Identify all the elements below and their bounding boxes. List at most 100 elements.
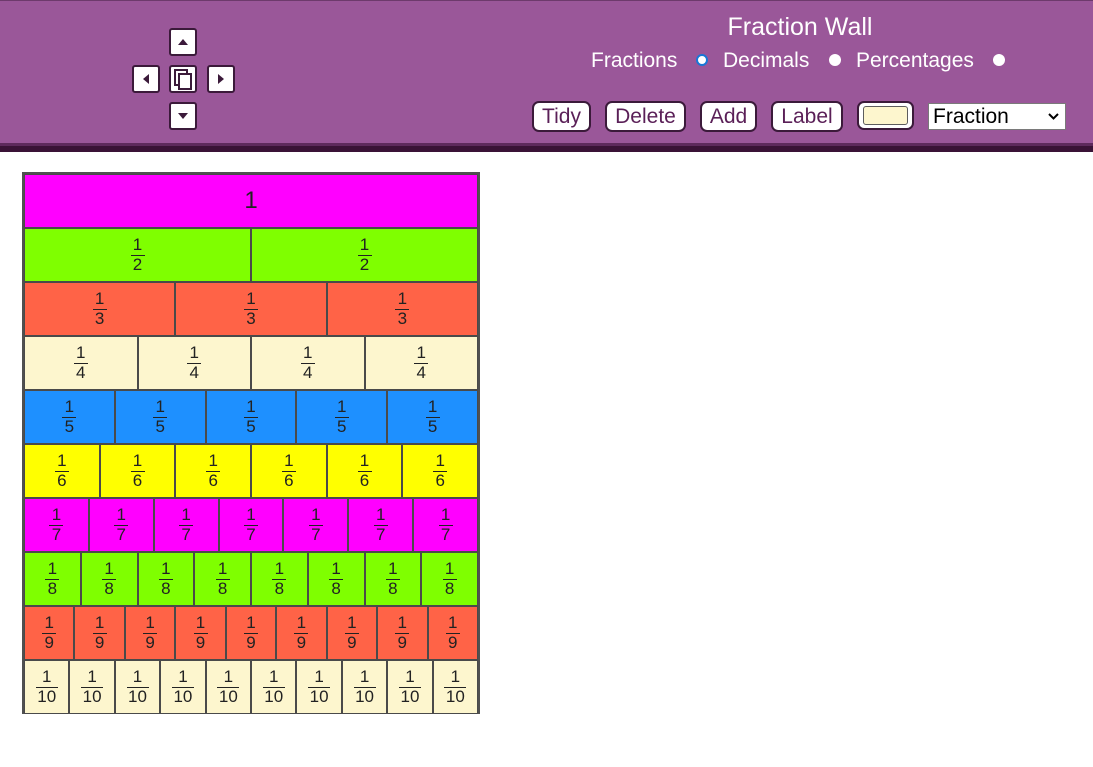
label-button[interactable]: Label (771, 101, 843, 132)
fraction-denominator: 8 (331, 579, 341, 598)
fraction-brick[interactable]: 16 (402, 444, 479, 498)
fraction-brick[interactable]: 1 10 (341, 660, 388, 714)
fraction-numerator: 1 (331, 559, 341, 578)
fraction-brick[interactable]: 19 (175, 606, 226, 660)
fraction-brick[interactable]: 19 (74, 606, 125, 660)
fraction-brick[interactable]: 15 (24, 390, 115, 444)
fraction-brick[interactable]: 1 10 (387, 660, 433, 714)
fraction-brick[interactable]: 18 (307, 552, 365, 606)
fraction-numerator: 1 (450, 667, 461, 686)
brick-fraction-label: 1 10 (217, 668, 240, 706)
fraction-brick[interactable]: 13 (24, 282, 176, 336)
move-right-button[interactable] (207, 65, 235, 93)
fraction-denominator: 10 (218, 687, 238, 706)
fraction-numerator: 1 (246, 289, 256, 308)
fraction-denominator: 9 (195, 633, 206, 652)
fraction-brick[interactable]: 15 (114, 390, 206, 444)
fraction-brick[interactable]: 15 (296, 390, 388, 444)
fraction-brick[interactable]: 16 (326, 444, 403, 498)
fraction-brick[interactable]: 1 10 (160, 660, 206, 714)
fraction-denominator: 3 (397, 309, 408, 328)
fraction-brick[interactable]: 14 (24, 336, 138, 390)
fraction-brick[interactable]: 14 (364, 336, 478, 390)
fraction-denominator: 10 (309, 687, 329, 706)
brick-fraction-label: 18 (215, 560, 230, 598)
fraction-brick[interactable]: 19 (24, 606, 75, 660)
copy-icon (174, 69, 192, 90)
fraction-denominator: 9 (44, 633, 54, 652)
fraction-brick[interactable]: 19 (427, 606, 478, 660)
fraction-brick[interactable]: 16 (175, 444, 252, 498)
fraction-brick[interactable]: 19 (225, 606, 277, 660)
fraction-brick[interactable]: 1 10 (69, 660, 115, 714)
fraction-brick[interactable]: 16 (251, 444, 327, 498)
fraction-denominator: 4 (303, 363, 313, 382)
fraction-brick[interactable]: 1 10 (296, 660, 342, 714)
fraction-brick[interactable]: 12 (24, 228, 251, 282)
move-left-button[interactable] (132, 65, 160, 93)
fraction-numerator: 1 (195, 613, 206, 632)
fraction-brick[interactable]: 13 (326, 282, 478, 336)
fraction-numerator: 1 (76, 343, 86, 362)
copy-button[interactable] (169, 65, 197, 93)
move-up-button[interactable] (169, 28, 197, 56)
color-picker-button[interactable] (857, 101, 914, 130)
fraction-brick[interactable]: 19 (276, 606, 327, 660)
fraction-brick[interactable]: 1 10 (205, 660, 252, 714)
fraction-brick[interactable]: 18 (80, 552, 138, 606)
fraction-denominator: 6 (208, 471, 218, 490)
fraction-numerator: 1 (359, 235, 370, 254)
fraction-brick[interactable]: 17 (283, 498, 349, 552)
fraction-brick[interactable]: 17 (88, 498, 154, 552)
percentages-radio[interactable] (993, 54, 1005, 66)
fractions-radio[interactable] (696, 54, 708, 66)
fraction-brick[interactable]: 14 (137, 336, 251, 390)
brick-fraction-label: 17 (114, 506, 129, 544)
fraction-brick[interactable]: 17 (24, 498, 89, 552)
fraction-brick[interactable]: 1 (24, 174, 478, 228)
fraction-brick[interactable]: 19 (326, 606, 378, 660)
fraction-denominator: 5 (337, 417, 347, 436)
wall-row-8: 1818181818181818 (24, 552, 478, 606)
fraction-brick[interactable]: 1 10 (114, 660, 161, 714)
brick-fraction-label: 13 (243, 289, 258, 328)
fraction-brick[interactable]: 16 (99, 444, 176, 498)
fraction-denominator: 10 (445, 687, 465, 706)
delete-button[interactable]: Delete (605, 101, 686, 132)
fraction-brick[interactable]: 18 (251, 552, 308, 606)
move-down-button[interactable] (169, 102, 197, 130)
decimals-radio[interactable] (829, 54, 841, 66)
label-type-select[interactable]: Fraction (928, 103, 1066, 130)
fraction-brick[interactable]: 12 (251, 228, 478, 282)
fraction-brick[interactable]: 1 10 (251, 660, 297, 714)
fraction-brick[interactable]: 18 (137, 552, 195, 606)
fraction-brick[interactable]: 18 (421, 552, 478, 606)
fraction-brick[interactable]: 1 10 (432, 660, 479, 714)
fraction-denominator: 8 (217, 579, 228, 598)
fraction-brick[interactable]: 16 (24, 444, 100, 498)
fraction-numerator: 1 (311, 505, 321, 524)
fraction-brick[interactable]: 18 (24, 552, 81, 606)
brick-fraction-label: 18 (442, 560, 457, 598)
fraction-brick[interactable]: 17 (413, 498, 479, 552)
brick-fraction-label: 14 (73, 343, 88, 382)
brick-fraction-label: 15 (153, 398, 168, 436)
fraction-brick[interactable]: 17 (153, 498, 219, 552)
fraction-numerator: 1 (447, 613, 458, 632)
fraction-brick[interactable]: 17 (218, 498, 284, 552)
fraction-brick[interactable]: 15 (205, 390, 297, 444)
add-button[interactable]: Add (700, 101, 757, 132)
brick-fraction-label: 13 (395, 290, 410, 328)
fraction-brick[interactable]: 19 (377, 606, 428, 660)
brick-fraction-label: 19 (92, 614, 107, 652)
fraction-brick[interactable]: 13 (175, 282, 327, 336)
fraction-brick[interactable]: 17 (348, 498, 414, 552)
fraction-brick[interactable]: 15 (387, 390, 478, 444)
wall-row-4: 14141414 (24, 336, 478, 390)
fraction-brick[interactable]: 1 10 (24, 660, 70, 714)
tidy-button[interactable]: Tidy (532, 101, 591, 132)
fraction-brick[interactable]: 14 (251, 336, 365, 390)
fraction-brick[interactable]: 18 (194, 552, 251, 606)
fraction-brick[interactable]: 19 (124, 606, 176, 660)
fraction-brick[interactable]: 18 (364, 552, 422, 606)
